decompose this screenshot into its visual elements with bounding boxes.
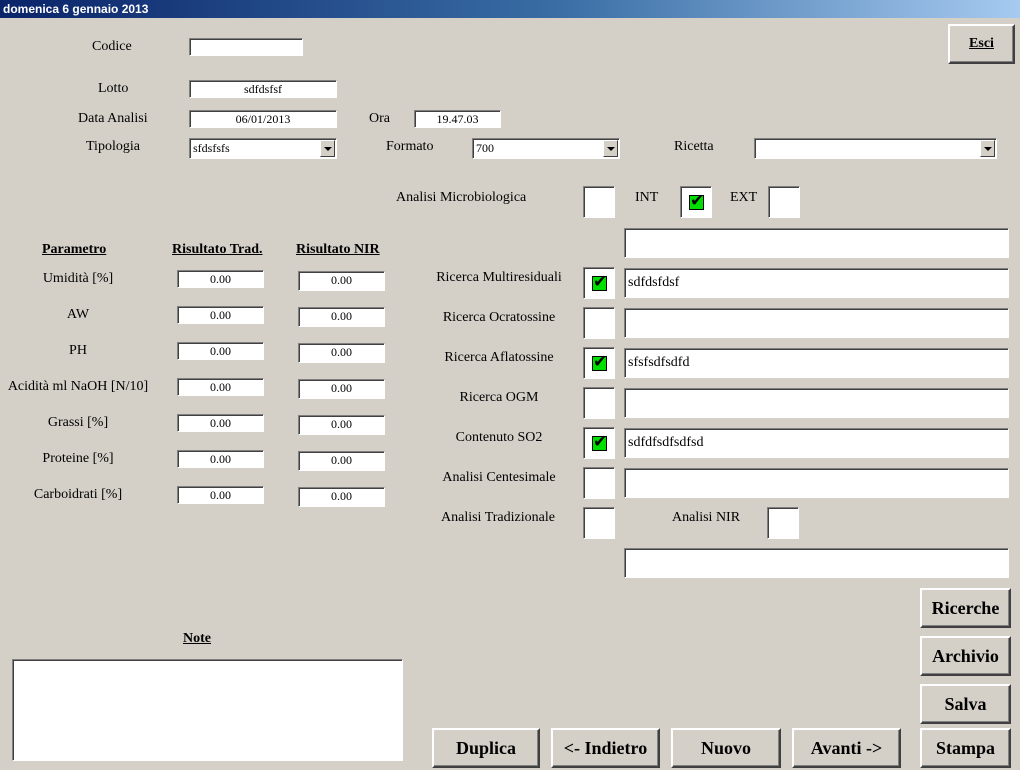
ricetta-select[interactable] (754, 138, 997, 159)
codice-label: Codice (92, 39, 132, 54)
esci-label: Esci (969, 36, 994, 51)
ricerca-checkbox[interactable] (583, 347, 615, 379)
parametro-label: Carboidrati [%] (33, 487, 123, 502)
avanti-button[interactable]: Avanti -> (792, 728, 901, 768)
int-label: INT (635, 190, 659, 205)
data-analisi-field[interactable]: 06/01/2013 (189, 110, 337, 128)
window-title: domenica 6 gennaio 2013 (3, 2, 149, 16)
archivio-button[interactable]: Archivio (920, 636, 1011, 676)
note-textarea[interactable] (12, 659, 403, 761)
tipologia-value: sfdsfsfs (193, 141, 230, 155)
checkmark-icon (592, 432, 607, 452)
risultato-nir-field[interactable]: 0.00 (298, 379, 385, 399)
risultato-nir-field[interactable]: 0.00 (298, 271, 385, 291)
risultato-trad-field[interactable]: 0.00 (177, 270, 264, 288)
parametro-header: Parametro (42, 242, 107, 257)
risultato-trad-field[interactable]: 0.00 (177, 342, 264, 360)
ricerca-field[interactable]: sfsfsdfsdfd (624, 348, 1009, 378)
nuovo-button[interactable]: Nuovo (671, 728, 781, 768)
ricerca-label: Contenuto SO2 (455, 430, 543, 445)
ricerca-checkbox[interactable] (583, 467, 615, 499)
ricerca-label: Ricerca OGM (459, 390, 539, 405)
parametro-label: Grassi [%] (47, 415, 109, 430)
parametro-label: AW (66, 307, 90, 322)
analisi-nir-checkbox[interactable] (767, 507, 799, 539)
ricerca-field[interactable]: sdfdsfdsf (624, 268, 1009, 298)
ricerca-checkbox[interactable] (583, 307, 615, 339)
analisi-nir-label: Analisi NIR (672, 510, 741, 525)
parametro-label: Proteine [%] (42, 451, 114, 466)
risultato-trad-field[interactable]: 0.00 (177, 486, 264, 504)
ricerca-field[interactable] (624, 308, 1009, 338)
formato-value: 700 (476, 141, 494, 155)
codice-field[interactable] (189, 38, 303, 56)
ricerca-label: Ricerca Ocratossine (442, 310, 556, 325)
tipologia-dropdown-icon[interactable] (320, 140, 335, 157)
analisi-tradizionale-checkbox[interactable] (583, 507, 615, 539)
risultato-trad-field[interactable]: 0.00 (177, 378, 264, 396)
analisi-tradizionale-label: Analisi Tradizionale (441, 510, 555, 525)
ricerca-field[interactable] (624, 468, 1009, 498)
note-label: Note (183, 631, 211, 646)
ricerche-bottom-field[interactable] (624, 548, 1009, 578)
risultato-trad-field[interactable]: 0.00 (177, 306, 264, 324)
formato-dropdown-icon[interactable] (603, 140, 618, 157)
parametro-label: Acidità ml NaOH [N/10] (7, 379, 149, 394)
risultato-trad-field[interactable]: 0.00 (177, 414, 264, 432)
risultato-trad-header: Risultato Trad. (172, 242, 263, 257)
ricerche-button[interactable]: Ricerche (920, 588, 1011, 628)
ricerca-field[interactable]: sdfdfsdfsdfsd (624, 428, 1009, 458)
formato-select[interactable]: 700 (472, 138, 620, 159)
analisi-microbiologica-checkbox[interactable] (583, 186, 615, 218)
lotto-label: Lotto (98, 81, 129, 96)
ricetta-label: Ricetta (674, 139, 714, 154)
tipologia-select[interactable]: sfdsfsfs (189, 138, 337, 159)
indietro-button[interactable]: <- Indietro (551, 728, 660, 768)
esci-button[interactable]: Esci (948, 24, 1015, 64)
ora-label: Ora (369, 111, 390, 126)
data-analisi-label: Data Analisi (78, 111, 148, 126)
checkmark-icon (592, 352, 607, 372)
duplica-button[interactable]: Duplica (432, 728, 540, 768)
int-checkbox[interactable] (680, 186, 712, 218)
salva-button[interactable]: Salva (920, 684, 1011, 724)
stampa-button[interactable]: Stampa (920, 728, 1011, 768)
ext-checkbox[interactable] (768, 186, 800, 218)
risultato-nir-field[interactable]: 0.00 (298, 415, 385, 435)
formato-label: Formato (386, 139, 434, 154)
risultato-nir-field[interactable]: 0.00 (298, 487, 385, 507)
risultato-trad-field[interactable]: 0.00 (177, 450, 264, 468)
title-bar: domenica 6 gennaio 2013 (0, 0, 1020, 18)
ricerca-checkbox[interactable] (583, 427, 615, 459)
risultato-nir-header: Risultato NIR (296, 242, 380, 257)
ricerca-checkbox[interactable] (583, 387, 615, 419)
ricerche-top-field[interactable] (624, 228, 1009, 258)
ricerca-label: Analisi Centesimale (442, 470, 556, 485)
risultato-nir-field[interactable]: 0.00 (298, 343, 385, 363)
lotto-field[interactable]: sdfdsfsf (189, 80, 337, 98)
ricerca-checkbox[interactable] (583, 267, 615, 299)
ricetta-dropdown-icon[interactable] (980, 140, 995, 157)
ext-label: EXT (730, 190, 758, 205)
checkmark-icon (689, 191, 704, 211)
analisi-microbiologica-label: Analisi Microbiologica (396, 190, 527, 205)
risultato-nir-field[interactable]: 0.00 (298, 451, 385, 471)
checkmark-icon (592, 272, 607, 292)
tipologia-label: Tipologia (86, 139, 140, 154)
risultato-nir-field[interactable]: 0.00 (298, 307, 385, 327)
parametro-label: PH (69, 343, 87, 358)
ricerca-field[interactable] (624, 388, 1009, 418)
parametro-label: Umidità [%] (42, 271, 114, 286)
ora-field[interactable]: 19.47.03 (414, 110, 501, 128)
ricerca-label: Ricerca Multiresiduali (436, 270, 562, 285)
ricerca-label: Ricerca Aflatossine (444, 350, 554, 365)
